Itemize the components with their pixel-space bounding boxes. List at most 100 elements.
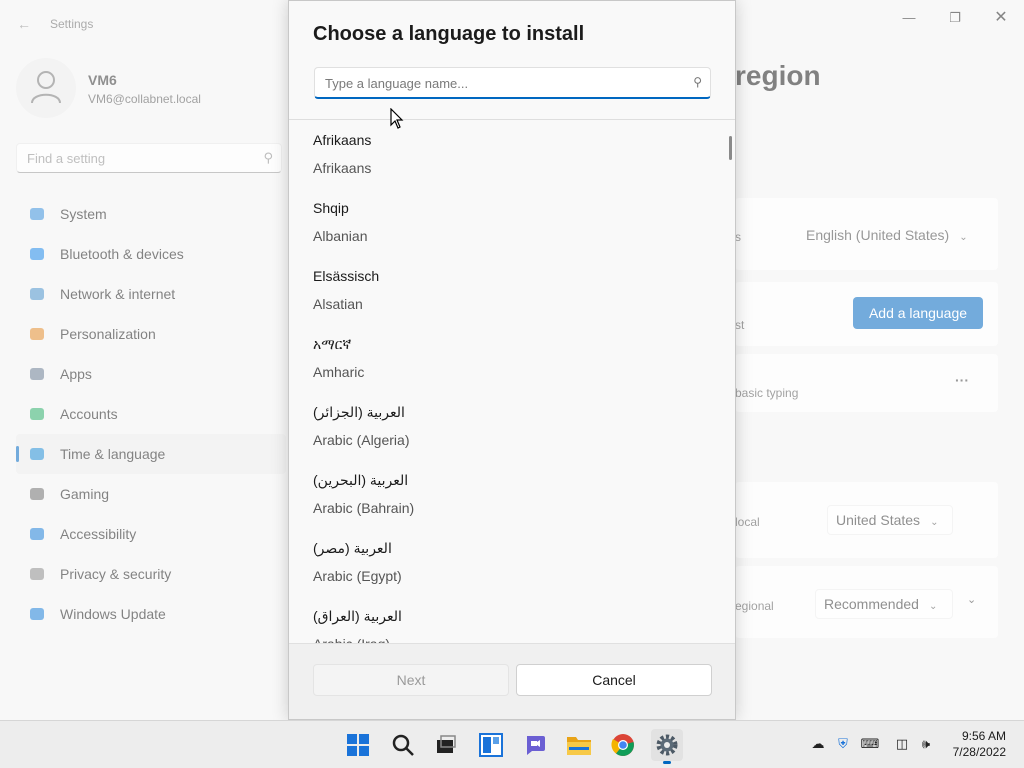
display-language-dropdown[interactable]: English (United States) ⌄ (806, 227, 968, 243)
language-english-name: Arabic (Egypt) (313, 568, 402, 584)
sidebar-item-apps[interactable]: Apps (16, 354, 286, 394)
page-title: region (735, 60, 821, 91)
sidebar-item-label: Accessibility (60, 526, 137, 542)
regional-format-value: Recommended (824, 596, 919, 612)
chevron-down-icon: ⌄ (930, 517, 939, 528)
language-native-name: العربية (مصر) (313, 540, 392, 556)
language-list-item[interactable]: Elsässisch Alsatian (289, 256, 725, 324)
language-native-name: Elsässisch (313, 268, 380, 284)
find-setting-input[interactable]: Find a setting ⚲ (16, 143, 282, 173)
next-button[interactable]: Next (313, 664, 509, 696)
start-icon[interactable] (342, 729, 374, 761)
dialog-footer: Next Cancel (289, 643, 735, 719)
chrome-icon[interactable] (607, 729, 639, 761)
sidebar-item-accounts[interactable]: Accounts (16, 394, 286, 434)
cancel-button[interactable]: Cancel (516, 664, 712, 696)
close-icon[interactable]: ✕ (978, 6, 1024, 30)
network-offline-icon[interactable]: ☁ (807, 733, 829, 755)
restore-icon[interactable]: ❐ (932, 6, 978, 30)
card-label-fragment: local (735, 515, 760, 529)
task-view-icon[interactable] (430, 729, 462, 761)
chevron-down-icon: ⌄ (959, 232, 968, 243)
apps-icon (28, 365, 46, 383)
sidebar-item-network-internet[interactable]: Network & internet (16, 274, 286, 314)
language-list[interactable]: Afrikaans Afrikaans Shqip Albanian Elsässisc… (289, 120, 735, 643)
sidebar-item-accessibility[interactable]: Accessibility (16, 514, 286, 554)
window-title: Settings (50, 17, 94, 31)
language-list-item[interactable]: Shqip Albanian (289, 188, 725, 256)
sidebar-item-label: Accounts (60, 406, 118, 422)
settings-gear-icon[interactable] (651, 729, 683, 764)
sidebar-item-time-language[interactable]: Time & language (16, 434, 286, 474)
language-english-name: Afrikaans (313, 160, 372, 176)
bluetooth-icon (28, 245, 46, 263)
language-english-name: Alsatian (313, 296, 363, 312)
file-explorer-icon[interactable] (563, 729, 595, 761)
language-list-item[interactable]: አማርኛ Amharic (289, 324, 725, 392)
sidebar-item-privacy-security[interactable]: Privacy & security (16, 554, 286, 594)
language-english-name: Arabic (Iraq) (313, 636, 390, 643)
sidebar-item-label: Time & language (60, 446, 166, 462)
security-shield-icon[interactable]: ⛨ (832, 733, 854, 755)
expand-chevron-icon[interactable]: ⌄ (967, 593, 976, 606)
volume-icon[interactable]: 🕪 (915, 733, 937, 755)
language-search-box[interactable]: ⚲ (314, 67, 711, 99)
accessibility-icon (28, 525, 46, 543)
country-dropdown[interactable]: United States ⌄ (827, 505, 953, 535)
chevron-down-icon: ⌄ (928, 601, 938, 612)
language-list-item[interactable]: العربية (العراق) Arabic (Iraq) (289, 596, 725, 643)
add-language-button[interactable]: Add a language (853, 297, 983, 329)
sidebar-item-label: System (60, 206, 107, 222)
sidebar-item-label: Windows Update (60, 606, 166, 622)
sidebar-item-label: Personalization (60, 326, 156, 342)
keyboard-icon[interactable]: ⌨ (859, 733, 881, 755)
display-icon[interactable]: ◫ (891, 733, 913, 755)
language-features-text: basic typing (735, 386, 799, 400)
language-english-name: Arabic (Algeria) (313, 432, 410, 448)
person-icon (31, 71, 61, 104)
dialog-title: Choose a language to install (313, 23, 585, 45)
language-list-item[interactable]: العربية (مصر) Arabic (Egypt) (289, 528, 725, 596)
language-english-name: Albanian (313, 228, 368, 244)
country-value: United States (836, 512, 921, 528)
language-list-item[interactable]: Afrikaans Afrikaans (289, 120, 725, 188)
language-search-input[interactable] (325, 74, 675, 92)
user-profile[interactable]: VM6 VM6@collabnet.local (16, 58, 276, 118)
sidebar-item-label: Network & internet (60, 286, 176, 302)
choose-language-dialog: Choose a language to install ⚲ Afrikaans… (288, 0, 736, 720)
language-list-item[interactable]: العربية (البحرين) Arabic (Bahrain) (289, 460, 725, 528)
display-language-value: English (United States) (806, 227, 950, 243)
chat-icon[interactable] (519, 729, 551, 761)
sidebar-item-gaming[interactable]: Gaming (16, 474, 286, 514)
scrollbar-thumb[interactable] (729, 136, 732, 160)
language-native-name: Afrikaans (313, 132, 372, 148)
language-english-name: Arabic (Bahrain) (313, 500, 415, 516)
globe-clock-icon (28, 445, 46, 463)
sidebar-item-label: Apps (60, 366, 92, 382)
sidebar-item-system[interactable]: System (16, 194, 286, 234)
language-list-item[interactable]: العربية (الجزائر) Arabic (Algeria) (289, 392, 725, 460)
sidebar-item-label: Privacy & security (60, 566, 172, 582)
taskbar: ☁ ⛨ ⌨ ◫ 🕪 9:56 AM 7/28/2022 (0, 720, 1024, 768)
gaming-icon (28, 485, 46, 503)
clock-time: 9:56 AM (961, 729, 1006, 743)
sidebar-item-label: Bluetooth & devices (60, 246, 184, 262)
system-clock[interactable]: 9:56 AM 7/28/2022 (953, 728, 1006, 760)
find-setting-placeholder: Find a setting (27, 151, 106, 166)
sidebar-item-bluetooth-devices[interactable]: Bluetooth & devices (16, 234, 286, 274)
sidebar-item-windows-update[interactable]: Windows Update (16, 594, 286, 634)
widgets-icon[interactable] (475, 729, 507, 761)
regional-format-dropdown[interactable]: Recommended ⌄ (815, 589, 953, 619)
search-icon[interactable] (387, 729, 419, 761)
card-label-fragment: egional (735, 599, 774, 613)
minimize-icon[interactable]: — (886, 6, 932, 30)
back-arrow-icon[interactable]: ← (14, 14, 34, 34)
country-region-card: local United States ⌄ (735, 482, 998, 558)
search-icon: ⚲ (263, 150, 273, 165)
card-label-fragment: st (735, 318, 745, 332)
regional-format-card: egional Recommended ⌄ ⌄ (735, 566, 998, 638)
system-icon (28, 205, 46, 223)
more-options-icon[interactable]: ··· (955, 372, 969, 388)
update-icon (28, 605, 46, 623)
sidebar-item-personalization[interactable]: Personalization (16, 314, 286, 354)
